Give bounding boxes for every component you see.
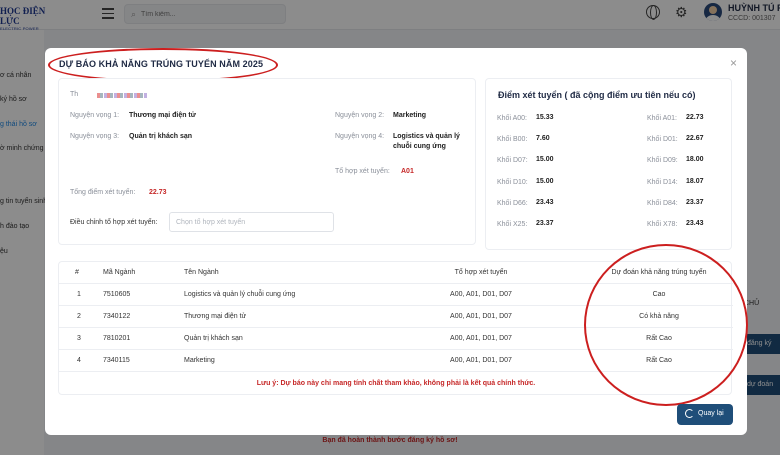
score-value: 15.00 [536,156,554,163]
cell-combo: A00, A01, D01, D07 [450,291,512,298]
wish-2-label: Nguyện vọng 2: [335,112,385,119]
adjust-combo-label: Điều chỉnh tổ hợp xét tuyển: [70,219,158,226]
score-value: 15.33 [536,114,554,121]
total-score-label: Tổng điểm xét tuyển: [70,189,136,196]
cell-major-name: Thương mại điện tử [184,313,247,320]
score-label: Khối D66: [497,200,528,207]
cell-major-code: 7340122 [103,313,131,320]
cell-major-name: Quản trị khách sạn [184,335,243,342]
score-label: Khối D10: [497,179,528,186]
cell-combo: A00, A01, D01, D07 [450,357,512,364]
combo-select[interactable]: Chọn tổ hợp xét tuyển [169,212,334,232]
combo-select-placeholder: Chọn tổ hợp xét tuyển [176,219,246,226]
wish-3-value: Quản trị khách sạn [129,133,193,140]
cell-combo: A00, A01, D01, D07 [450,335,512,342]
cell-index: 1 [77,291,81,298]
modal-title: DỰ BÁO KHẢ NĂNG TRÚNG TUYỂN NĂM 2025 [59,59,264,69]
wish-1-value: Thương mại điện tử [129,112,196,119]
score-value: 22.67 [686,135,704,142]
col-header-combo: Tổ hợp xét tuyển [454,269,508,276]
score-label: Khối X25: [497,221,528,228]
score-label: Khối D09: [647,157,678,164]
score-label: Khối D01: [647,136,678,143]
scores-panel: Điểm xét tuyển ( đã cộng điểm ưu tiên nế… [485,78,732,250]
score-value: 7.60 [536,135,550,142]
score-label: Khối X78: [647,221,678,228]
score-label: Khối A00: [497,115,527,122]
cell-major-name: Logistics và quản lý chuỗi cung ứng [184,291,296,298]
cell-index: 4 [77,357,81,364]
wish-3-label: Nguyện vọng 3: [70,133,120,140]
back-button[interactable]: Quay lại [677,404,733,425]
applicant-info-panel: Th Nguyện vọng 1: Thương mại điện tử Ngu… [58,78,476,245]
score-value: 18.00 [686,156,704,163]
cell-index: 3 [77,335,81,342]
greeting-text: Th [70,91,79,98]
score-value: 22.73 [686,114,704,121]
wish-4-value: Logistics và quản lý chuỗi cung ứng [393,133,460,150]
score-value: 23.43 [686,220,704,227]
prediction-modal: DỰ BÁO KHẢ NĂNG TRÚNG TUYỂN NĂM 2025 × T… [45,48,748,435]
score-value: 15.00 [536,178,554,185]
annotation-circle-prediction [584,244,748,406]
cell-major-code: 7340115 [103,357,130,364]
close-icon[interactable]: × [730,56,737,70]
score-label: Khối D14: [647,179,678,186]
score-label: Khối A01: [647,115,677,122]
score-value: 23.37 [536,220,554,227]
col-header-index: # [75,269,79,276]
cell-index: 2 [77,313,81,320]
total-score-value: 22.73 [149,189,167,196]
col-header-major-name: Tên Ngành [184,269,219,276]
score-label: Khối D07: [497,157,528,164]
wish-2-value: Marketing [393,112,427,119]
score-label: Khối B00: [497,136,528,143]
scores-title: Điểm xét tuyển ( đã cộng điểm ưu tiên nế… [498,90,696,100]
back-arrow-icon [685,409,694,418]
redacted-name [97,93,147,98]
score-value: 23.43 [536,199,554,206]
score-value: 18.07 [686,178,704,185]
wish-1-label: Nguyện vọng 1: [70,112,120,119]
cell-major-code: 7510605 [103,291,131,298]
combo-value: A01 [401,168,414,175]
col-header-major-code: Mã Ngành [103,269,136,276]
cell-major-name: Marketing [184,357,215,364]
score-label: Khối D84: [647,200,678,207]
cell-combo: A00, A01, D01, D07 [450,313,512,320]
cell-major-code: 7810201 [103,335,131,342]
wish-4-label: Nguyện vọng 4: [335,133,385,140]
score-value: 23.37 [686,199,704,206]
combo-label: Tổ hợp xét tuyển: [335,168,390,175]
back-button-label: Quay lại [698,410,724,417]
